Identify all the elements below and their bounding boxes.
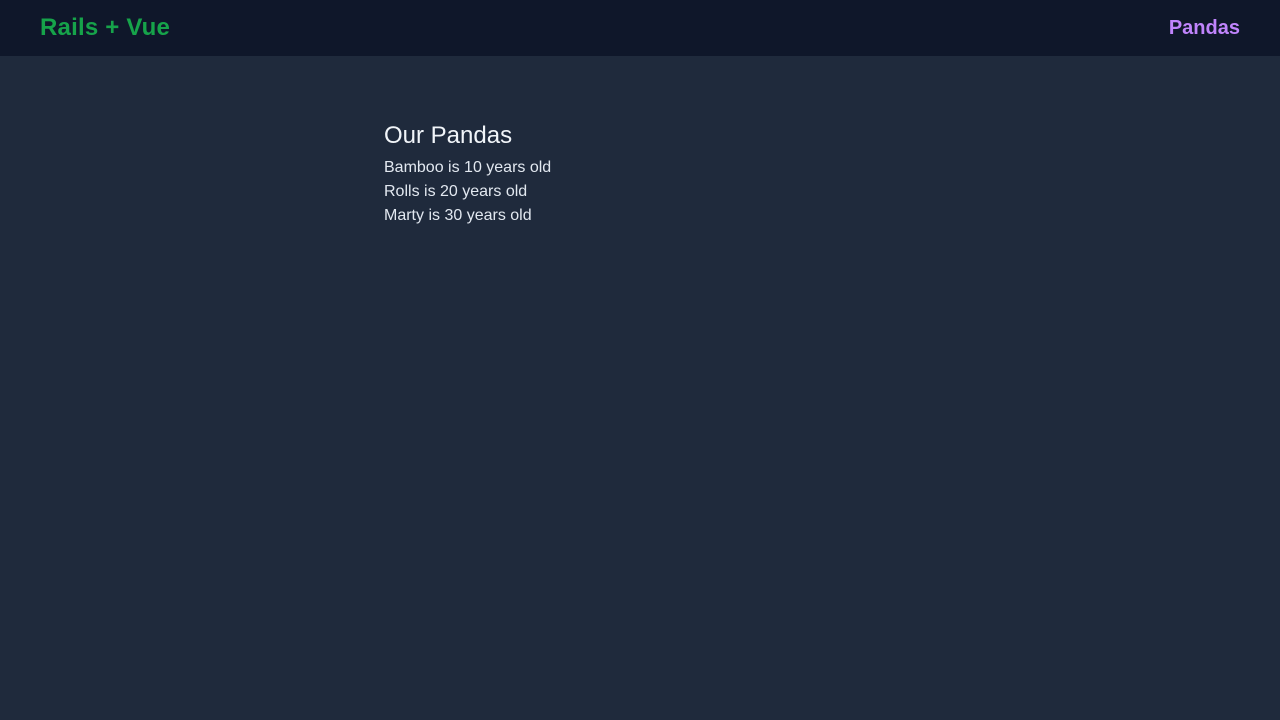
main-content: Our Pandas Bamboo is 10 years old Rolls … (384, 120, 896, 228)
panda-list: Bamboo is 10 years old Rolls is 20 years… (384, 156, 896, 228)
page-title: Our Pandas (384, 122, 513, 149)
panda-list-item: Bamboo is 10 years old (384, 159, 552, 176)
pandas-nav-link[interactable]: Pandas (1169, 17, 1240, 40)
top-navbar: Rails + Vue Pandas (0, 0, 1280, 56)
panda-list-item: Rolls is 20 years old (384, 183, 528, 200)
panda-list-item: Marty is 30 years old (384, 207, 532, 224)
brand-link[interactable]: Rails + Vue (40, 14, 170, 42)
